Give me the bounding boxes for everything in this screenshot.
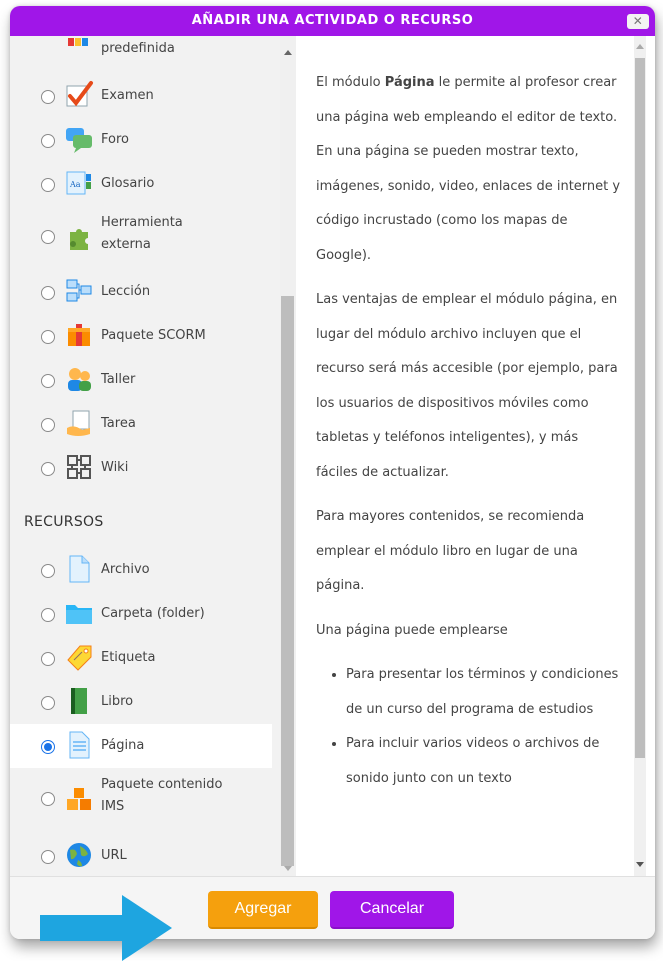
- add-activity-dialog: AÑADIR UNA ACTIVIDAD O RECURSO ✕ predefi…: [10, 6, 655, 939]
- glossary-icon: Aa: [66, 171, 91, 195]
- option-label: Foro: [101, 132, 129, 147]
- option-label-line1: Herramienta: [101, 215, 183, 230]
- option-label: Glosario: [101, 176, 155, 191]
- description-paragraph-3: Para mayores contenidos, se recomienda e…: [316, 509, 585, 593]
- option-url[interactable]: URL: [10, 834, 272, 876]
- url-globe-icon: [67, 843, 91, 867]
- option-herramienta-externa[interactable]: Herramienta externa: [10, 208, 272, 264]
- radio-pagina[interactable]: [41, 740, 55, 754]
- radio-examen[interactable]: [41, 90, 55, 104]
- option-pagina[interactable]: Página: [10, 724, 272, 768]
- right-scroll-down-arrow[interactable]: [636, 862, 644, 867]
- option-paquete-ims[interactable]: Paquete contenido IMS: [10, 770, 272, 826]
- option-label: Etiqueta: [101, 650, 156, 665]
- radio-leccion[interactable]: [41, 286, 55, 300]
- left-scroll-down-arrow[interactable]: [284, 866, 292, 871]
- resources-heading: RECURSOS: [24, 514, 104, 530]
- option-etiqueta[interactable]: Etiqueta: [10, 636, 272, 680]
- option-taller[interactable]: Taller: [10, 358, 272, 402]
- option-archivo[interactable]: Archivo: [10, 548, 272, 592]
- description-bullets: Para presentar los términos y condicione…: [316, 658, 621, 796]
- module-description-panel: El módulo Página le permite al profesor …: [296, 36, 655, 876]
- option-label: Lección: [101, 284, 151, 299]
- description-bullet: Para incluir varios videos o archivos de…: [346, 727, 621, 796]
- predefined-icon: [68, 38, 88, 46]
- radio-paquete-ims[interactable]: [41, 792, 55, 806]
- svg-text:Aa: Aa: [69, 180, 81, 189]
- option-label: Tarea: [101, 416, 136, 431]
- option-examen[interactable]: Examen: [10, 74, 272, 118]
- dialog-titlebar: AÑADIR UNA ACTIVIDAD O RECURSO ✕: [10, 6, 655, 36]
- description-paragraph-2: Las ventajas de emplear el módulo página…: [316, 292, 618, 480]
- radio-libro[interactable]: [41, 696, 55, 710]
- wiki-icon: [67, 455, 91, 479]
- module-list-panel[interactable]: predefinida Examen Foro Aa Glosario Herr…: [10, 36, 296, 876]
- option-label-line1: Paquete contenido: [101, 777, 223, 792]
- radio-tarea[interactable]: [41, 418, 55, 432]
- left-scrollbar-thumb[interactable]: [281, 296, 294, 866]
- folder-icon: [66, 605, 92, 624]
- radio-url[interactable]: [41, 850, 55, 864]
- forum-icon: [66, 128, 92, 153]
- option-label-line2: externa: [101, 237, 151, 252]
- option-glosario[interactable]: Aa Glosario: [10, 162, 272, 206]
- assignment-icon: [67, 410, 90, 436]
- option-label: Examen: [101, 88, 154, 103]
- puzzle-icon: [70, 229, 88, 250]
- quiz-check-icon: [66, 81, 93, 107]
- option-label: Libro: [101, 694, 134, 709]
- description-bullet: Para presentar los términos y condicione…: [346, 658, 621, 727]
- radio-foro[interactable]: [41, 134, 55, 148]
- radio-carpeta[interactable]: [41, 608, 55, 622]
- radio-herramienta-externa[interactable]: [41, 230, 55, 244]
- label-tag-icon: [67, 645, 92, 671]
- option-label: Página: [101, 738, 145, 753]
- option-label: Taller: [101, 372, 136, 387]
- option-label: URL: [101, 848, 127, 863]
- radio-paquete-scorm[interactable]: [41, 330, 55, 344]
- option-leccion[interactable]: Lección: [10, 270, 272, 314]
- option-predefinida[interactable]: predefinida: [10, 36, 272, 74]
- option-label: Wiki: [101, 460, 129, 475]
- cancel-button[interactable]: Cancelar: [330, 891, 454, 929]
- radio-archivo[interactable]: [41, 564, 55, 578]
- option-label-line2: IMS: [101, 799, 125, 814]
- radio-taller[interactable]: [41, 374, 55, 388]
- option-label: predefinida: [101, 41, 175, 56]
- description-paragraph-1: El módulo Página le permite al profesor …: [316, 75, 621, 263]
- dialog-title: AÑADIR UNA ACTIVIDAD O RECURSO: [191, 13, 474, 28]
- file-icon: [69, 555, 90, 583]
- left-scroll-up-arrow[interactable]: [284, 50, 292, 55]
- option-label: Carpeta (folder): [101, 606, 205, 621]
- option-paquete-scorm[interactable]: Paquete SCORM: [10, 314, 272, 358]
- add-button[interactable]: Agregar: [208, 891, 318, 929]
- module-description: El módulo Página le permite al profesor …: [316, 66, 621, 796]
- right-scrollbar-thumb[interactable]: [635, 58, 645, 758]
- right-scroll-up-arrow[interactable]: [636, 44, 644, 49]
- pointer-arrow-icon: [40, 895, 172, 961]
- scorm-icon: [68, 324, 90, 346]
- radio-etiqueta[interactable]: [41, 652, 55, 666]
- close-button[interactable]: ✕: [627, 14, 649, 29]
- ims-icon: [67, 788, 91, 810]
- option-carpeta[interactable]: Carpeta (folder): [10, 592, 272, 636]
- lesson-icon: [66, 279, 92, 302]
- close-icon: ✕: [632, 14, 644, 28]
- option-foro[interactable]: Foro: [10, 118, 272, 162]
- radio-glosario[interactable]: [41, 178, 55, 192]
- page-icon: [69, 731, 90, 759]
- book-icon: [71, 688, 87, 714]
- option-tarea[interactable]: Tarea: [10, 402, 272, 446]
- description-paragraph-4: Una página puede emplearse: [316, 622, 508, 638]
- option-libro[interactable]: Libro: [10, 680, 272, 724]
- option-label: Archivo: [101, 562, 150, 577]
- workshop-icon: [68, 368, 91, 391]
- option-wiki[interactable]: Wiki: [10, 446, 272, 490]
- radio-wiki[interactable]: [41, 462, 55, 476]
- option-label: Paquete SCORM: [101, 328, 206, 343]
- module-name-bold: Página: [384, 75, 435, 90]
